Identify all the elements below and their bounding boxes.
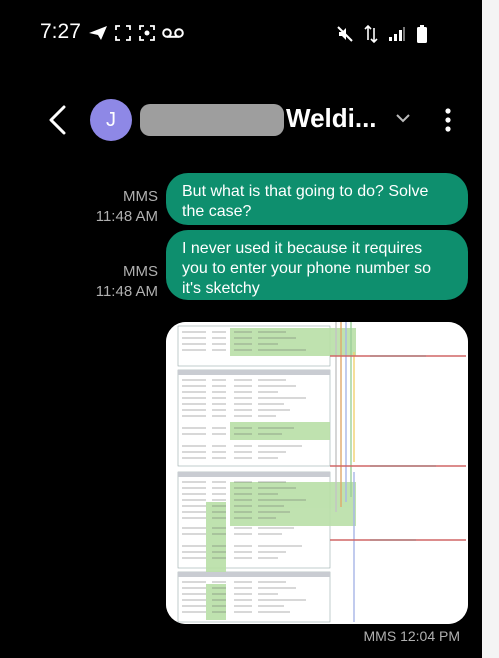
- data-transfer-icon: [364, 24, 378, 44]
- voicemail-icon: [162, 28, 184, 38]
- message-text: But what is that going to do? Solve the …: [182, 183, 429, 220]
- status-notification-icons: [88, 24, 184, 42]
- message-time: 11:48 AM: [95, 208, 158, 225]
- message-timestamp: MMS 12:04 PM: [363, 628, 460, 644]
- screen-capture-icon: [139, 25, 155, 41]
- screenshot-icon: [115, 25, 131, 41]
- message-bubble[interactable]: But what is that going to do? Solve the …: [166, 173, 468, 225]
- image-attachment[interactable]: [166, 322, 468, 624]
- back-arrow-icon[interactable]: [44, 104, 72, 136]
- battery-icon: [417, 25, 427, 43]
- spreadsheet-screenshot-image: [166, 322, 468, 624]
- message-time: 11:48 AM: [95, 283, 158, 300]
- message-bubble[interactable]: I never used it because it requires you …: [166, 230, 468, 300]
- chevron-down-icon[interactable]: [393, 108, 413, 128]
- avatar[interactable]: J: [90, 99, 132, 141]
- message-type: MMS: [123, 188, 158, 205]
- message-meta: MMS 11:48 AM: [86, 262, 158, 302]
- contact-name[interactable]: Weldi...: [286, 103, 377, 134]
- message-type: MMS: [123, 263, 158, 280]
- message-meta: MMS 11:48 AM: [86, 187, 158, 227]
- navigation-arrow-icon: [89, 26, 107, 40]
- redacted-contact-name: [140, 104, 284, 136]
- status-time: 7:27: [40, 20, 81, 43]
- messaging-screen: 7:27 J Weldi... MMS 11:48 AM But what is…: [0, 0, 482, 658]
- background-edge: [482, 0, 499, 658]
- conversation-header: J Weldi...: [0, 92, 482, 148]
- avatar-initial: J: [106, 108, 116, 131]
- status-bar: 7:27: [0, 18, 482, 50]
- more-vertical-icon[interactable]: [440, 106, 456, 134]
- mute-icon: [337, 26, 353, 42]
- signal-icon: [389, 27, 405, 41]
- message-text: I never used it because it requires you …: [182, 240, 432, 297]
- status-system-icons: [336, 24, 428, 44]
